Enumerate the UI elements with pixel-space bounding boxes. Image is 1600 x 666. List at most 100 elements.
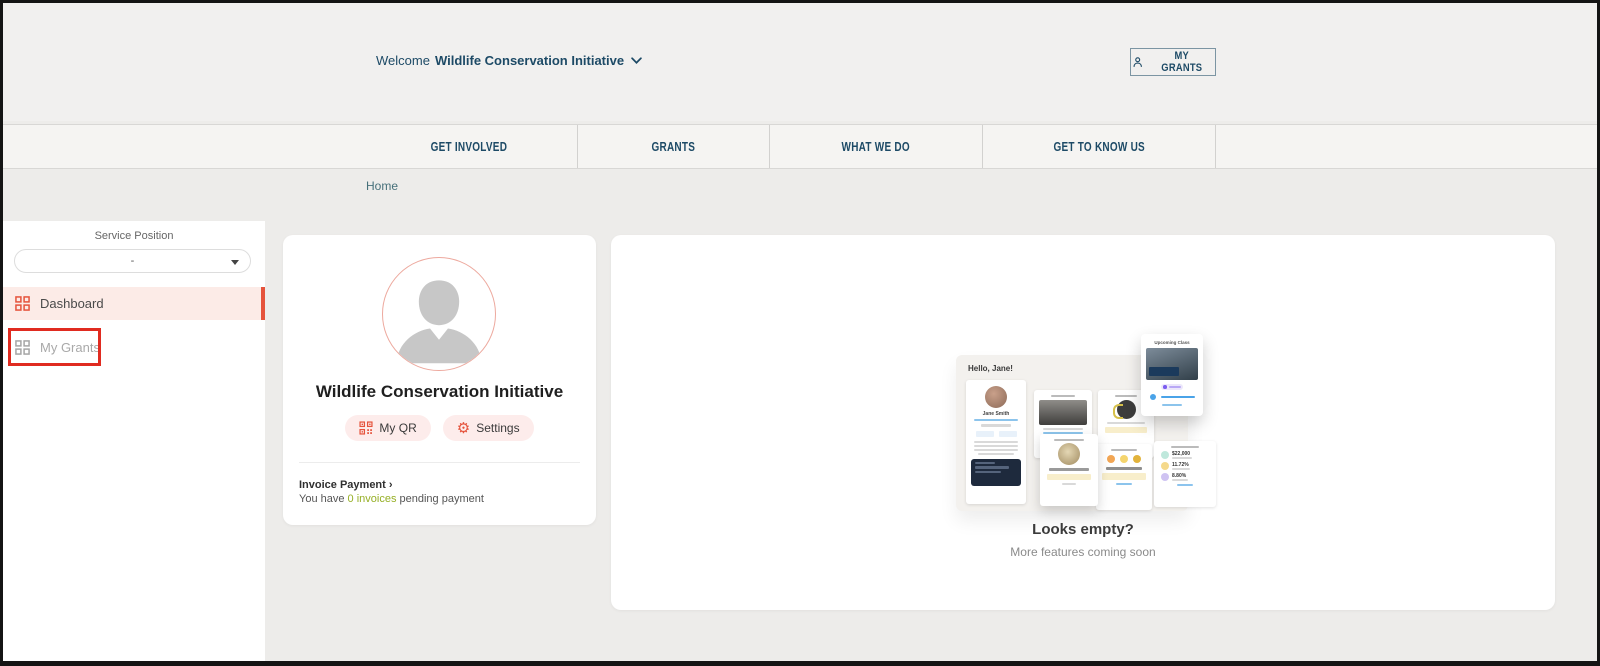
grid-icon bbox=[15, 340, 30, 355]
profile-name: Wildlife Conservation Initiative bbox=[283, 382, 596, 402]
placeholder-icon bbox=[1161, 473, 1169, 481]
divider bbox=[299, 462, 580, 463]
grid-icon bbox=[15, 296, 30, 311]
person-icon bbox=[1131, 55, 1144, 69]
illustration-profile-card: Jane Smith bbox=[966, 380, 1026, 504]
caret-down-icon bbox=[231, 260, 239, 265]
placeholder-button bbox=[1047, 474, 1091, 480]
placeholder-button bbox=[1105, 427, 1147, 433]
my-grants-button[interactable]: MY GRANTS bbox=[1130, 48, 1216, 76]
placeholder-photo bbox=[1058, 443, 1080, 465]
placeholder-icons bbox=[1107, 455, 1141, 463]
stat-value: 8.80% bbox=[1172, 473, 1188, 479]
illustration-profile-name: Jane Smith bbox=[983, 411, 1010, 417]
nav-item-label: GET TO KNOW US bbox=[1053, 140, 1145, 154]
empty-state-subtitle: More features coming soon bbox=[611, 545, 1555, 559]
my-qr-label: My QR bbox=[379, 421, 416, 435]
placeholder-line bbox=[981, 424, 1011, 427]
placeholder-line bbox=[1172, 457, 1192, 459]
placeholder-icon bbox=[1120, 455, 1128, 463]
placeholder-line bbox=[974, 445, 1018, 447]
illustration-upcoming-sessions-card bbox=[1040, 434, 1098, 506]
profile-card: Wildlife Conservation Initiative My QR ⚙ bbox=[283, 235, 596, 525]
placeholder-badge bbox=[1161, 384, 1183, 390]
top-header: Welcome Wildlife Conservation Initiative… bbox=[3, 3, 1597, 121]
illustration-avatar bbox=[985, 386, 1007, 408]
placeholder-date-row bbox=[1150, 394, 1195, 400]
empty-state-title: Looks empty? bbox=[611, 521, 1555, 538]
breadcrumb[interactable]: Home bbox=[366, 179, 398, 193]
nav-item-label: GRANTS bbox=[652, 140, 696, 154]
placeholder-icon bbox=[1107, 455, 1115, 463]
placeholder-heading bbox=[1049, 468, 1089, 471]
placeholder-date-line bbox=[1161, 396, 1195, 398]
my-grants-button-label: MY GRANTS bbox=[1154, 50, 1210, 74]
nav-item-what-we-do[interactable]: WHAT WE DO bbox=[770, 125, 983, 168]
service-position-value: - bbox=[131, 255, 135, 267]
placeholder-line bbox=[1043, 428, 1083, 430]
placeholder-line bbox=[975, 466, 1009, 469]
placeholder-line bbox=[1169, 386, 1181, 388]
main-nav-items: GET INVOLVED GRANTS WHAT WE DO GET TO KN… bbox=[360, 125, 1216, 168]
placeholder-button bbox=[1102, 473, 1146, 480]
account-switcher[interactable]: Welcome Wildlife Conservation Initiative bbox=[376, 53, 642, 68]
placeholder-icon bbox=[1150, 394, 1156, 400]
placeholder-title bbox=[1111, 449, 1137, 451]
sidebar-item-label: Dashboard bbox=[40, 296, 104, 311]
placeholder-line bbox=[974, 419, 1018, 421]
stat-row: 8.80% bbox=[1161, 473, 1209, 481]
placeholder-dot bbox=[1163, 385, 1167, 389]
nav-item-grants[interactable]: GRANTS bbox=[578, 125, 770, 168]
nav-item-label: WHAT WE DO bbox=[842, 140, 910, 154]
main-nav: GET INVOLVED GRANTS WHAT WE DO GET TO KN… bbox=[3, 124, 1597, 169]
invoice-text-suffix: pending payment bbox=[396, 493, 483, 505]
illustration-membership-card bbox=[971, 459, 1021, 486]
placeholder-icon bbox=[1133, 455, 1141, 463]
sidebar-item-dashboard[interactable]: Dashboard bbox=[3, 287, 265, 320]
placeholder-title bbox=[1115, 395, 1137, 397]
empty-state-panel: Hello, Jane! Jane Smith bbox=[611, 235, 1555, 610]
person-silhouette-icon bbox=[383, 258, 495, 370]
placeholder-chip bbox=[976, 431, 994, 437]
placeholder-title bbox=[1051, 395, 1075, 397]
invoice-payment-link[interactable]: Invoice Payment › bbox=[299, 479, 393, 491]
placeholder-chip bbox=[999, 431, 1017, 437]
sidebar-item-label: My Grants bbox=[40, 340, 100, 355]
placeholder-photo bbox=[1146, 348, 1198, 380]
placeholder-backpack-image bbox=[1117, 400, 1136, 419]
placeholder-title bbox=[1171, 446, 1199, 448]
invoice-count: 0 invoices bbox=[348, 493, 397, 505]
illustration-greeting: Hello, Jane! bbox=[968, 364, 1013, 373]
sidebar-item-my-grants[interactable]: My Grants bbox=[3, 331, 265, 364]
my-qr-button[interactable]: My QR bbox=[345, 415, 430, 441]
stat-value: 11.72% bbox=[1172, 462, 1190, 468]
settings-button[interactable]: ⚙ Settings bbox=[443, 415, 534, 441]
placeholder-link bbox=[1116, 483, 1132, 485]
gear-icon: ⚙ bbox=[457, 421, 470, 435]
nav-item-get-to-know-us[interactable]: GET TO KNOW US bbox=[983, 125, 1216, 168]
qr-code-icon bbox=[359, 421, 373, 435]
avatar bbox=[382, 257, 496, 371]
invoice-text-prefix: You have bbox=[299, 493, 348, 505]
nav-item-label: GET INVOLVED bbox=[430, 140, 507, 154]
placeholder-line bbox=[974, 449, 1018, 451]
placeholder-line bbox=[974, 441, 1018, 443]
account-name: Wildlife Conservation Initiative bbox=[435, 53, 624, 68]
placeholder-link bbox=[1162, 404, 1182, 406]
invoice-status-text: You have 0 invoices pending payment bbox=[299, 493, 484, 505]
placeholder-icon bbox=[1161, 451, 1169, 459]
placeholder-link bbox=[1062, 483, 1076, 485]
placeholder-line bbox=[978, 453, 1014, 455]
placeholder-heading bbox=[1106, 467, 1142, 470]
placeholder-buttons bbox=[976, 431, 1017, 437]
nav-item-get-involved[interactable]: GET INVOLVED bbox=[360, 125, 578, 168]
placeholder-line bbox=[975, 462, 995, 464]
placeholder-title bbox=[1054, 439, 1084, 441]
service-position-select[interactable]: - bbox=[14, 249, 251, 273]
placeholder-icon bbox=[1161, 462, 1169, 470]
floating-card-title: Upcoming Class bbox=[1154, 340, 1189, 345]
empty-state-illustration: Hello, Jane! Jane Smith bbox=[938, 328, 1228, 513]
welcome-label: Welcome bbox=[376, 53, 430, 68]
illustration-floating-class-card: Upcoming Class bbox=[1141, 334, 1203, 416]
placeholder-line bbox=[975, 471, 1001, 473]
